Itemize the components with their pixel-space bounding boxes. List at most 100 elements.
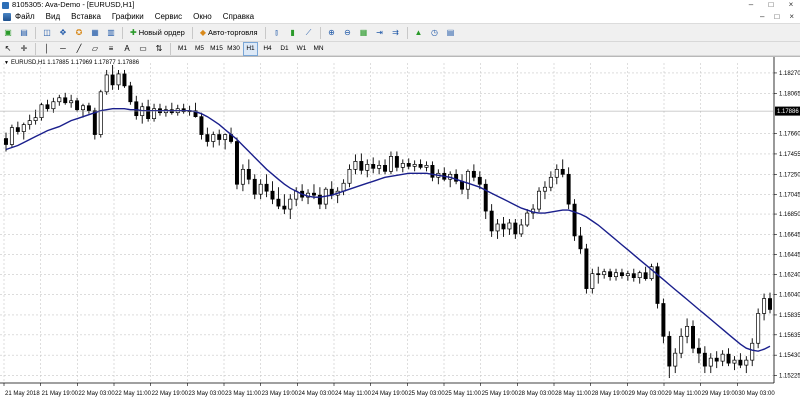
candle-body [696,347,701,354]
equidistant-channel-icon[interactable]: ▱ [88,42,102,56]
tf-m15[interactable]: M15 [209,42,224,56]
candle-body [560,168,565,175]
x-axis-tick-label: 22 May 03:00 [78,391,115,397]
chart-header-text: EURUSD,H1 1.17885 1.17969 1.17877 1.1788… [10,60,140,66]
menu-insert[interactable]: Вставка [71,12,101,21]
candle-body [27,120,32,125]
terminal-icon[interactable]: ▦ [88,26,102,40]
menu-file[interactable]: Файл [15,12,35,21]
vertical-line-icon[interactable]: │ [40,42,54,56]
tf-m30[interactable]: M30 [226,42,241,56]
new-order-button[interactable]: ✚ Новый ордер [127,26,188,40]
candle-body [353,161,358,170]
autoscroll-icon[interactable]: ⇉ [389,26,403,40]
market-watch-icon[interactable]: ◫ [40,26,54,40]
strategy-tester-icon[interactable]: ▥ [104,26,118,40]
y-axis-tick-label: 1.15835 [779,313,800,319]
candle-body [122,73,127,87]
tf-h1[interactable]: H1 [243,41,258,56]
menu-tools[interactable]: Сервис [155,12,182,21]
x-axis-tick-label: 24 May 11:00 [335,391,372,397]
candle-body [614,272,618,278]
maximize-button[interactable]: □ [766,0,776,10]
menu-help[interactable]: Справка [223,12,254,21]
new-order-icon: ✚ [130,28,137,37]
candle-body [412,164,417,167]
chart-restore-button[interactable]: □ [774,12,779,21]
symbol-dropdown-icon: ▼ [4,60,9,66]
candle-body [702,352,707,367]
label-tool-icon[interactable]: ▭ [136,42,150,56]
candle-body [750,342,755,361]
navigator-icon[interactable]: ✪ [72,26,86,40]
price-chart[interactable]: 1.18270 1.18065 1.17660 1.17455 1.17250 1.170… [0,57,800,400]
candle-body [691,326,695,349]
autotrading-button[interactable]: ◆ Авто-торговля [197,26,261,40]
x-axis-tick-label: 25 May 19:00 [482,391,519,397]
periods-icon[interactable]: ◷ [428,26,442,40]
templates-icon[interactable]: ▤ [444,26,458,40]
close-button[interactable]: × [786,0,796,10]
text-tool-icon[interactable]: A [120,42,134,56]
candle-body [63,97,68,104]
candle-body [388,156,393,172]
toolbar-divider [191,26,193,39]
candle-body [282,205,287,210]
zoom-in-icon[interactable]: ⊕ [325,26,339,40]
y-axis-tick-label: 1.17660 [779,132,800,138]
arrows-icon[interactable]: ⇅ [152,42,166,56]
candle-body [51,101,56,110]
tf-w1[interactable]: W1 [294,42,309,56]
tf-h4[interactable]: H4 [260,42,275,56]
candle-body [584,248,589,289]
x-axis-tick-label: 21 May 19:00 [42,391,79,397]
candle-body [643,272,648,280]
y-axis-tick-label: 1.15430 [779,353,800,359]
candle-body [661,303,666,337]
chart-window-icon[interactable] [3,12,11,21]
candle-body [276,198,281,207]
line-chart-icon[interactable]: ⟋ [302,26,316,40]
tf-m5[interactable]: M5 [192,42,207,56]
tile-windows-icon[interactable]: ▦ [357,26,371,40]
candle-body [270,190,275,200]
current-price-tag-text: 1.17886 [777,109,799,115]
trendline-icon[interactable]: ╱ [72,42,86,56]
candle-body [9,127,14,145]
candle-body [288,198,293,210]
chart-close-button[interactable]: × [789,12,794,21]
horizontal-line-icon[interactable]: ─ [56,42,70,56]
crosshair-icon[interactable]: ✛ [17,42,31,56]
bar-chart-icon[interactable]: ⫾ [270,26,284,40]
candle-body [264,183,269,192]
x-axis-tick-label: 22 May 11:00 [115,391,152,397]
chart-minimize-button[interactable]: – [760,12,764,21]
zoom-out-icon[interactable]: ⊖ [341,26,355,40]
candle-body [501,223,506,230]
candle-body [655,266,660,304]
chart-area[interactable]: 1.18270 1.18065 1.17660 1.17455 1.17250 1.170… [0,56,800,400]
fibonacci-icon[interactable]: ≡ [104,42,118,56]
candle-body [465,170,470,190]
minimize-button[interactable]: – [746,0,756,10]
tf-m1[interactable]: M1 [175,42,190,56]
menu-view[interactable]: Вид [46,12,60,21]
candle-body [625,273,630,277]
tf-d1[interactable]: D1 [277,42,292,56]
tf-mn[interactable]: MN [311,42,326,56]
profiles-icon[interactable]: ▤ [17,26,31,40]
cursor-icon[interactable]: ↖ [1,42,15,56]
indicators-icon[interactable]: ▲ [412,26,426,40]
new-chart-icon[interactable]: ▣ [1,26,15,40]
candle-body [471,170,476,178]
candle-body [513,222,518,235]
x-axis-tick-label: 22 May 19:00 [152,391,189,397]
menu-charts[interactable]: Графики [112,12,144,21]
candle-body [418,164,423,168]
candle-body [495,223,500,232]
data-window-icon[interactable]: ✥ [56,26,70,40]
menu-window[interactable]: Окно [193,12,212,21]
candle-body [240,168,245,185]
candlestick-chart-icon[interactable]: ▮ [286,26,300,40]
chart-shift-icon[interactable]: ⇥ [373,26,387,40]
